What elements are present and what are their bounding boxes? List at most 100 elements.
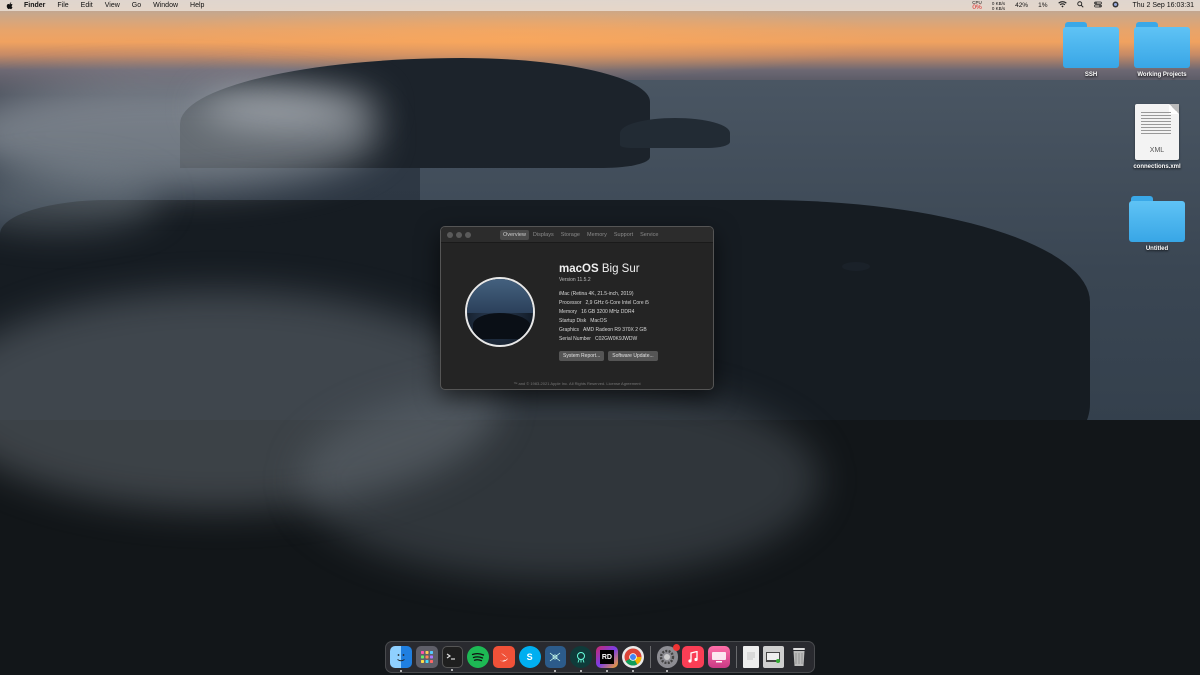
dock-cleanmymac-icon[interactable] [708, 646, 730, 668]
dock-music-icon[interactable] [682, 646, 704, 668]
spec-value: AMD Radeon R9 370X 2 GB [583, 327, 647, 333]
folder-icon [1063, 22, 1119, 68]
tab-support[interactable]: Support [611, 230, 636, 240]
dock-chrome-icon[interactable] [621, 646, 644, 672]
spec-label: Memory [559, 309, 578, 315]
running-indicator [605, 670, 608, 672]
tab-storage[interactable]: Storage [558, 230, 583, 240]
desktop-icon-label: SSH [1084, 72, 1098, 78]
memory-status[interactable]: 1% [1038, 2, 1047, 9]
dock-separator [735, 646, 737, 668]
action-buttons: System Report... Software Update... [559, 351, 658, 361]
menu-window[interactable]: Window [153, 2, 178, 9]
dock-system-preferences-icon[interactable] [656, 644, 681, 672]
software-update-button[interactable]: Software Update... [608, 351, 658, 361]
network-status[interactable]: 0 KB/s 0 KB/s [992, 1, 1005, 11]
running-indicator [451, 669, 454, 671]
spec-label: Processor [559, 300, 582, 306]
cpu-value: 0% [972, 4, 982, 11]
dock-preview-icon[interactable] [762, 646, 785, 668]
menu-bar: Finder File Edit View Go Window Help CPU… [0, 0, 1200, 11]
running-indicator [554, 670, 557, 672]
window-titlebar[interactable]: Overview Displays Storage Memory Support… [441, 227, 713, 243]
dock-finder-icon[interactable] [390, 646, 412, 672]
spec-label: Serial Number [559, 336, 591, 342]
spec-list: iMac (Retina 4K, 21.5-inch, 2019) Proces… [559, 291, 649, 345]
tab-displays[interactable]: Displays [530, 230, 557, 240]
dock-mysql-workbench-icon[interactable] [544, 646, 567, 672]
running-indicator [666, 670, 669, 672]
desktop-icon-label: connections.xml [1133, 164, 1181, 170]
tab-bar: Overview Displays Storage Memory Support… [500, 229, 662, 240]
spec-value: C02GW0K9JWDW [594, 336, 638, 342]
desktop-icon-connections-xml[interactable]: XML connections.xml [1122, 104, 1192, 170]
zoom-button[interactable] [465, 231, 471, 238]
dock-terminal-icon[interactable] [441, 646, 464, 671]
dock-skype-icon[interactable]: S [518, 646, 541, 668]
desktop-icon-untitled[interactable]: Untitled [1122, 196, 1192, 252]
menu-view[interactable]: View [105, 2, 120, 9]
spec-label: Startup Disk [559, 318, 587, 324]
spec-value: 16 GB 3200 MHz DDR4 [581, 309, 635, 315]
minimize-button[interactable] [456, 231, 462, 238]
running-indicator [631, 670, 634, 672]
menu-app-name[interactable]: Finder [24, 2, 45, 9]
spec-row-graphics: Graphics AMD Radeon R9 370X 2 GB [559, 327, 649, 336]
menu-clock[interactable]: Thu 2 Sep 16:03:31 [1133, 2, 1195, 9]
dock-trash-icon[interactable] [788, 646, 810, 668]
search-icon[interactable] [1076, 1, 1084, 10]
wallpaper-fog [200, 88, 380, 128]
os-version: Version 11.5.2 [559, 277, 591, 283]
dock-separator [649, 646, 651, 668]
copyright-footer: ™ and © 1983-2021 Apple Inc. All Rights … [513, 381, 641, 386]
menu-edit[interactable]: Edit [81, 2, 93, 9]
running-indicator [399, 670, 402, 672]
running-indicator [580, 670, 583, 672]
folder-icon [1129, 196, 1185, 242]
notification-badge [673, 644, 681, 651]
document-type-tag: XML [1149, 147, 1165, 154]
dock-rider-icon[interactable]: RD [596, 646, 618, 672]
menu-extras: CPU 0% 0 KB/s 0 KB/s 42% 1% Thu 2 Sep 16… [972, 0, 1194, 11]
menu-help[interactable]: Help [190, 2, 204, 9]
tab-overview[interactable]: Overview [500, 229, 529, 240]
dock-document-icon[interactable] [742, 646, 759, 668]
siri-icon[interactable] [1112, 1, 1119, 10]
os-title: macOS Big Sur [559, 263, 640, 275]
wallpaper-headland [620, 118, 730, 148]
spec-row-model: iMac (Retina 4K, 21.5-inch, 2019) [559, 291, 649, 300]
menu-file[interactable]: File [57, 2, 68, 9]
desktop-icon-working-projects[interactable]: Working Projects [1127, 22, 1197, 78]
tab-service[interactable]: Service [637, 230, 661, 240]
folder-icon [1134, 22, 1190, 68]
dock-launchpad-icon[interactable] [415, 646, 438, 668]
dock-swift-icon[interactable] [493, 646, 515, 668]
control-center-icon[interactable] [1093, 1, 1102, 10]
menu-go[interactable]: Go [132, 2, 141, 9]
wallpaper-islet [842, 262, 870, 271]
macos-big-sur-logo [465, 277, 535, 347]
desktop-icon-ssh[interactable]: SSH [1056, 22, 1126, 78]
desktop-icon-label: Working Projects [1137, 72, 1187, 78]
dock-spotify-icon[interactable] [467, 646, 490, 668]
os-name-light: Big Sur [601, 263, 640, 275]
wifi-icon[interactable] [1057, 1, 1067, 10]
dock-gitkraken-icon[interactable] [570, 646, 593, 672]
about-this-mac-window: Overview Displays Storage Memory Support… [440, 226, 714, 390]
apple-icon[interactable] [6, 1, 14, 10]
os-name-bold: macOS [559, 263, 599, 275]
close-button[interactable] [447, 231, 453, 238]
tab-memory[interactable]: Memory [584, 230, 610, 240]
spec-row-processor: Processor 2,9 GHz 6-Core Intel Core i5 [559, 300, 649, 309]
net-down: 0 KB/s [991, 5, 1006, 11]
battery-value: 42% [1015, 1, 1029, 9]
spec-value: MacOS [590, 318, 607, 324]
cpu-status[interactable]: CPU 0% [972, 0, 982, 11]
spec-model: iMac (Retina 4K, 21.5-inch, 2019) [559, 291, 634, 297]
battery-status[interactable]: 42% [1015, 1, 1029, 9]
spec-row-memory: Memory 16 GB 3200 MHz DDR4 [559, 309, 649, 318]
spec-value: 2,9 GHz 6-Core Intel Core i5 [585, 300, 649, 306]
spec-row-serial: Serial Number C02GW0K9JWDW [559, 336, 649, 345]
desktop-icon-label: Untitled [1145, 246, 1169, 252]
system-report-button[interactable]: System Report... [559, 351, 605, 361]
